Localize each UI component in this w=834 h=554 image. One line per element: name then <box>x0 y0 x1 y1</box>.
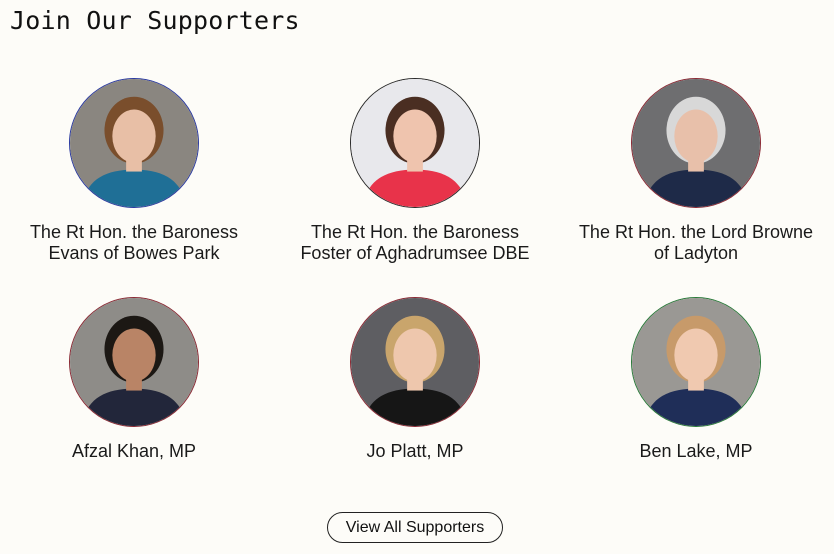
supporter-card[interactable]: Afzal Khan, MP <box>0 297 274 462</box>
supporter-avatar[interactable] <box>69 78 199 208</box>
section-title: Join Our Supporters <box>10 6 300 35</box>
supporter-name-line2: of Ladyton <box>653 243 739 263</box>
portrait-face <box>393 328 437 382</box>
portrait-photo-icon <box>351 79 479 207</box>
supporter-card[interactable]: The Rt Hon. the Lord Browne of Ladyton <box>556 78 834 264</box>
supporter-avatar[interactable] <box>350 297 480 427</box>
supporter-name-line1: Afzal Khan, MP <box>71 441 197 461</box>
portrait-face <box>393 109 437 163</box>
portrait-photo-icon <box>632 298 760 426</box>
supporter-name-line1: The Rt Hon. the Baroness <box>310 222 520 242</box>
supporter-name[interactable]: Jo Platt, MP <box>275 441 555 462</box>
supporter-name-line1: The Rt Hon. the Baroness <box>29 222 239 242</box>
supporter-card[interactable]: The Rt Hon. the Baroness Foster of Aghad… <box>275 78 555 264</box>
supporter-avatar[interactable] <box>631 297 761 427</box>
supporter-card[interactable]: Jo Platt, MP <box>275 297 555 462</box>
supporter-card[interactable]: Ben Lake, MP <box>556 297 834 462</box>
supporter-name-line1: The Rt Hon. the Lord Browne <box>578 222 814 242</box>
portrait-face <box>674 328 718 382</box>
portrait-face <box>112 328 156 382</box>
supporter-avatar[interactable] <box>631 78 761 208</box>
portrait-face <box>674 109 718 163</box>
supporter-name-line1: Ben Lake, MP <box>639 441 753 461</box>
supporter-name[interactable]: The Rt Hon. the Baroness Evans of Bowes … <box>0 222 274 264</box>
supporter-name[interactable]: Afzal Khan, MP <box>0 441 274 462</box>
supporter-name-line2: Foster of Aghadrumsee DBE <box>300 243 530 263</box>
supporter-name-line2: Evans of Bowes Park <box>48 243 220 263</box>
supporter-name[interactable]: The Rt Hon. the Lord Browne of Ladyton <box>556 222 834 264</box>
portrait-face <box>112 109 156 163</box>
view-all-supporters-button[interactable]: View All Supporters <box>327 512 503 543</box>
supporter-name-line1: Jo Platt, MP <box>366 441 464 461</box>
portrait-photo-icon <box>632 79 760 207</box>
supporter-name[interactable]: Ben Lake, MP <box>556 441 834 462</box>
supporter-avatar[interactable] <box>350 78 480 208</box>
supporter-avatar[interactable] <box>69 297 199 427</box>
supporter-card[interactable]: The Rt Hon. the Baroness Evans of Bowes … <box>0 78 274 264</box>
supporter-name[interactable]: The Rt Hon. the Baroness Foster of Aghad… <box>275 222 555 264</box>
portrait-photo-icon <box>351 298 479 426</box>
portrait-photo-icon <box>70 298 198 426</box>
portrait-photo-icon <box>70 79 198 207</box>
